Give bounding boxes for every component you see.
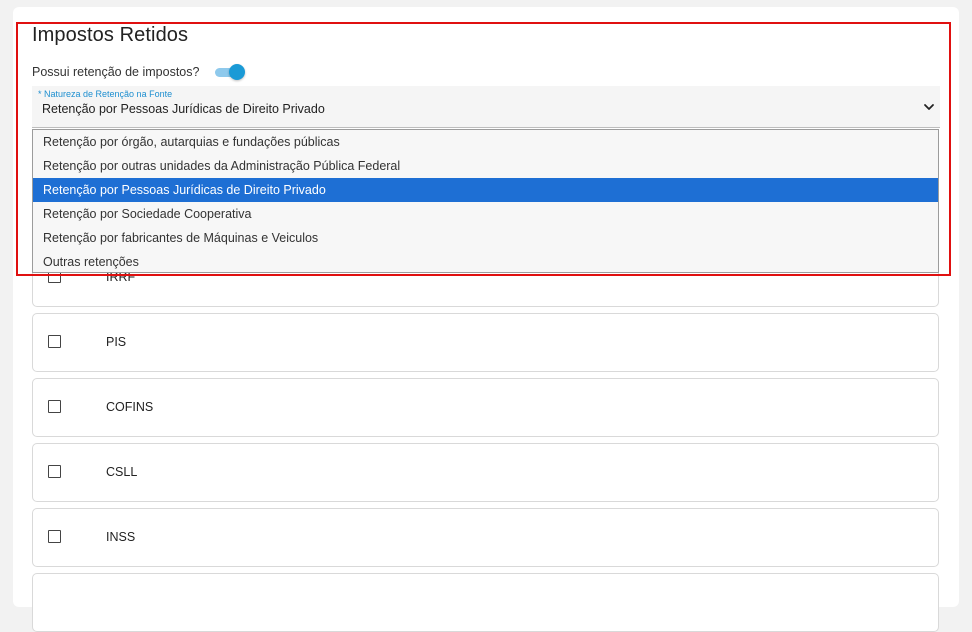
select-value: Retenção por Pessoas Jurídicas de Direit… — [42, 102, 325, 116]
dropdown-option[interactable]: Outras retenções — [33, 250, 938, 274]
tax-label: PIS — [106, 335, 127, 349]
tax-row-pis: PIS — [32, 313, 939, 372]
dropdown-option-selected[interactable]: Retenção por Pessoas Jurídicas de Direit… — [33, 178, 938, 202]
tax-label: CSLL — [106, 465, 138, 479]
csll-checkbox[interactable] — [48, 465, 61, 478]
select-label: * Natureza de Retenção na Fonte — [38, 89, 173, 99]
dropdown-option[interactable]: Retenção por outras unidades da Administ… — [33, 154, 938, 178]
tax-row-csll: CSLL — [32, 443, 939, 502]
dropdown-option[interactable]: Retenção por órgão, autarquias e fundaçõ… — [33, 130, 938, 154]
cofins-checkbox[interactable] — [48, 400, 61, 413]
tax-row-next — [32, 573, 939, 632]
inss-checkbox[interactable] — [48, 530, 61, 543]
chevron-down-icon[interactable] — [922, 100, 936, 114]
tax-row-inss: INSS — [32, 508, 939, 567]
retention-nature-dropdown: Retenção por órgão, autarquias e fundaçõ… — [32, 129, 939, 273]
retention-toggle[interactable] — [213, 64, 246, 80]
section-title: Impostos Retidos — [32, 24, 189, 46]
tax-row-cofins: COFINS — [32, 378, 939, 437]
dropdown-option[interactable]: Retenção por Sociedade Cooperativa — [33, 202, 938, 226]
pis-checkbox[interactable] — [48, 335, 61, 348]
tax-label: COFINS — [106, 400, 154, 414]
retention-toggle-row: Possui retenção de impostos? — [32, 64, 246, 80]
retention-nature-select[interactable]: * Natureza de Retenção na Fonte Retenção… — [32, 86, 940, 128]
toggle-label: Possui retenção de impostos? — [32, 65, 200, 79]
dropdown-option[interactable]: Retenção por fabricantes de Máquinas e V… — [33, 226, 938, 250]
toggle-thumb — [229, 64, 246, 80]
tax-label: INSS — [106, 530, 136, 544]
